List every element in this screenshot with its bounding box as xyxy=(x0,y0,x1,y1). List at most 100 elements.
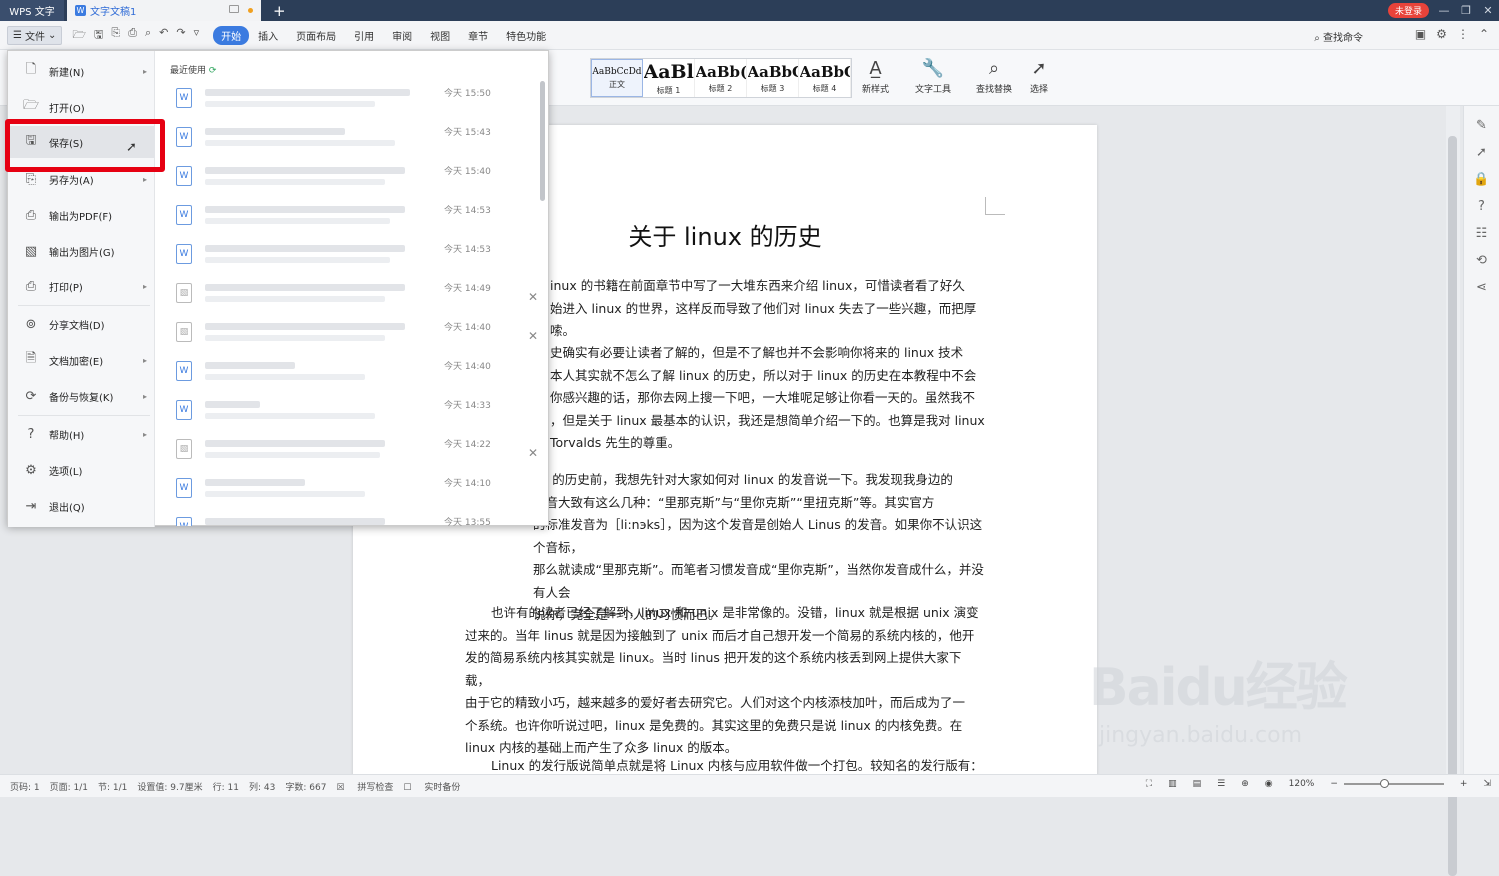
recent-file-item[interactable]: ▧ 今天 14:49 ✕ xyxy=(176,278,542,316)
zoom-slider[interactable] xyxy=(1343,779,1444,788)
read-mode-icon[interactable]: ▥ xyxy=(1168,779,1177,789)
menu-new[interactable]: 🗋 新建(N) ▸ xyxy=(8,55,155,87)
file-time: 今天 14:40 xyxy=(444,323,491,333)
login-button[interactable]: 未登录 xyxy=(1387,3,1429,18)
remove-recent-icon[interactable]: ✕ xyxy=(528,329,538,343)
file-menu-button[interactable]: ☰ 文件 ⌄ xyxy=(7,25,63,45)
style-normal[interactable]: AaBbCcDd 正文 xyxy=(591,59,643,97)
redo-icon[interactable]: ↷ xyxy=(176,26,185,45)
history-icon[interactable]: ⟲ xyxy=(1464,253,1499,268)
menu-help[interactable]: ? 帮助(H) ▸ xyxy=(8,418,155,450)
sliders-icon[interactable]: ☷ xyxy=(1464,226,1499,241)
collapse-icon[interactable]: ⌃ xyxy=(1479,27,1489,41)
new-style-button[interactable]: A̲ 新样式 xyxy=(862,58,889,95)
menu-share[interactable]: ⊚ 分享文档(D) xyxy=(8,308,155,340)
menu-options[interactable]: ⚙ 选项(L) xyxy=(8,454,155,486)
pen-icon[interactable]: ✎ xyxy=(1464,118,1499,133)
monitor-icon[interactable] xyxy=(229,5,239,13)
status-words[interactable]: 字数: 667 xyxy=(285,780,326,793)
text-tools-button[interactable]: 🔧 文字工具 xyxy=(915,58,951,95)
more-icon[interactable]: ▿ xyxy=(194,26,200,45)
eye-protect-icon[interactable]: ◉ xyxy=(1265,779,1273,789)
save-icon[interactable]: 🖫 xyxy=(94,26,103,45)
close-icon[interactable]: ✕ xyxy=(1477,4,1499,17)
search-command[interactable]: ⌕ 查找命令 xyxy=(1314,29,1363,44)
skin-icon[interactable]: ▣ xyxy=(1415,27,1426,41)
page-view-icon[interactable]: ▤ xyxy=(1193,779,1202,789)
text-tools-label: 文字工具 xyxy=(915,85,952,95)
style-heading-2[interactable]: AaBb( 标题 2 xyxy=(695,59,747,97)
fit-icon[interactable]: ⇲ xyxy=(1483,779,1491,789)
menu-print[interactable]: ⎙ 打印(P) ▸ xyxy=(8,270,155,302)
more-options-icon[interactable]: ⋮ xyxy=(1457,27,1469,41)
remove-recent-icon[interactable]: ✕ xyxy=(528,290,538,304)
zoom-controls: ⛶ ▥ ▤ ☰ ⊕ ◉ 120% − + ⇲ xyxy=(1136,779,1491,789)
web-view-icon[interactable]: ⊕ xyxy=(1241,779,1249,789)
tab-references[interactable]: 引用 xyxy=(345,28,383,43)
minimize-icon[interactable]: — xyxy=(1433,4,1455,17)
style-label: 正文 xyxy=(609,79,625,89)
margin-marker xyxy=(985,197,1005,215)
refresh-icon[interactable]: ⟳ xyxy=(209,66,217,76)
file-menu-label: 文件 xyxy=(24,31,45,43)
tab-view[interactable]: 视图 xyxy=(421,28,459,43)
tab-insert[interactable]: 插入 xyxy=(249,28,287,43)
tab-page-layout[interactable]: 页面布局 xyxy=(287,28,345,43)
scrollbar-thumb[interactable] xyxy=(1448,136,1457,876)
print-icon[interactable]: ⎙ xyxy=(128,26,137,45)
tab-special[interactable]: 特色功能 xyxy=(497,28,555,43)
backup-button[interactable]: ☐ 实时备份 xyxy=(403,780,460,793)
select-button[interactable]: ➚ 选择 xyxy=(1030,58,1048,95)
restore-icon[interactable]: ❐ xyxy=(1455,4,1477,17)
file-name-blurred xyxy=(205,284,405,291)
outline-view-icon[interactable]: ☰ xyxy=(1217,779,1225,789)
recent-file-item[interactable]: W 今天 15:50 xyxy=(176,83,542,121)
tab-chapter[interactable]: 章节 xyxy=(459,28,497,43)
menu-item-label: 选项(L) xyxy=(49,466,83,478)
zoom-slider-knob[interactable] xyxy=(1379,779,1389,788)
recent-file-item[interactable]: W 今天 15:40 xyxy=(176,161,542,199)
recent-list-scrollbar[interactable] xyxy=(540,81,545,201)
recent-file-item[interactable]: W 今天 15:43 xyxy=(176,122,542,160)
zoom-out-icon[interactable]: − xyxy=(1330,779,1338,789)
undo-icon[interactable]: ↶ xyxy=(159,26,168,45)
zoom-in-icon[interactable]: + xyxy=(1460,779,1468,789)
lock-icon[interactable]: 🔒 xyxy=(1464,172,1499,187)
spell-check-button[interactable]: ☒ 拼写检查 xyxy=(336,780,393,793)
vertical-scrollbar[interactable] xyxy=(1446,106,1460,876)
open-icon[interactable]: 🗁 xyxy=(72,26,86,45)
menu-export-image[interactable]: ▧ 输出为图片(G) xyxy=(8,235,155,267)
recent-file-item[interactable]: ▧ 今天 14:40 ✕ xyxy=(176,317,542,355)
style-heading-1[interactable]: AaBl 标题 1 xyxy=(643,59,695,97)
export-pdf-icon[interactable]: ⎘ xyxy=(111,26,120,45)
tab-document[interactable]: W 文字文稿1 xyxy=(67,0,261,21)
share-icon[interactable]: ⋖ xyxy=(1464,280,1499,295)
new-style-icon: A̲ xyxy=(869,58,882,79)
recent-file-item[interactable]: W 今天 14:53 xyxy=(176,200,542,238)
new-tab-button[interactable]: + xyxy=(273,2,286,20)
recent-file-item[interactable]: W 今天 13:55 xyxy=(176,512,542,526)
help-circle-icon[interactable]: ? xyxy=(1464,199,1499,214)
recent-file-item[interactable]: W 今天 14:53 xyxy=(176,239,542,277)
menu-backup[interactable]: ⟳ 备份与恢复(K) ▸ xyxy=(8,380,155,412)
recent-file-item[interactable]: W 今天 14:40 xyxy=(176,356,542,394)
file-name-blurred xyxy=(205,362,295,369)
find-replace-button[interactable]: ⌕ 查找替换 xyxy=(976,58,1012,95)
fullscreen-icon[interactable]: ⛶ xyxy=(1146,779,1152,789)
zoom-level[interactable]: 120% xyxy=(1289,779,1315,789)
menu-exit[interactable]: ⇥ 退出(Q) xyxy=(8,490,155,522)
tab-wps-home[interactable]: WPS 文字 xyxy=(0,0,64,21)
remove-recent-icon[interactable]: ✕ xyxy=(528,446,538,460)
menu-export-pdf[interactable]: ⎙ 输出为PDF(F) xyxy=(8,199,155,231)
tab-home[interactable]: 开始 xyxy=(213,25,250,45)
preview-icon[interactable]: ⌕ xyxy=(145,26,151,45)
menu-encrypt[interactable]: 🗎 文档加密(E) ▸ xyxy=(8,344,155,376)
tab-review[interactable]: 审阅 xyxy=(383,28,421,43)
cursor-icon[interactable]: ➚ xyxy=(1464,145,1499,160)
style-heading-4[interactable]: AaBbC 标题 4 xyxy=(799,59,851,97)
style-heading-3[interactable]: AaBbC 标题 3 xyxy=(747,59,799,97)
settings-icon[interactable]: ⚙ xyxy=(1436,27,1447,41)
recent-file-item[interactable]: ▧ 今天 14:22 ✕ xyxy=(176,434,542,472)
recent-file-item[interactable]: W 今天 14:33 xyxy=(176,395,542,433)
recent-file-item[interactable]: W 今天 14:10 xyxy=(176,473,542,511)
